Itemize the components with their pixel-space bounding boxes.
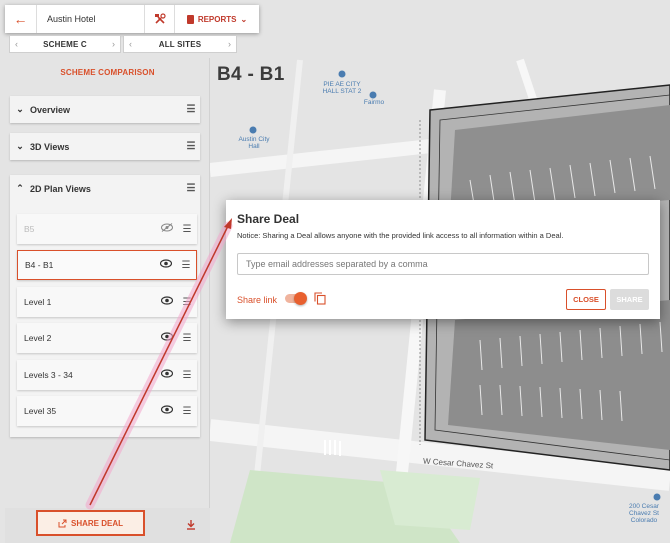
level-label: Levels 3 - 34: [24, 370, 73, 380]
chevron-down-icon: ⌄: [16, 141, 24, 151]
chevron-right-icon[interactable]: ›: [228, 39, 231, 49]
dialog-title: Share Deal: [237, 212, 300, 226]
level-label: B5: [24, 224, 35, 234]
level-item-levels-3-34[interactable]: Levels 3 - 34 ☰: [17, 360, 197, 390]
chevron-up-icon: ⌃: [16, 183, 24, 193]
scheme-label: SCHEME C: [43, 39, 87, 49]
reports-button[interactable]: REPORTS ⌄: [175, 5, 259, 33]
download-icon: [187, 519, 195, 530]
eye-off-icon[interactable]: [157, 223, 177, 235]
chevron-right-icon[interactable]: ›: [112, 39, 115, 49]
drag-handle-icon[interactable]: ☰: [177, 224, 197, 235]
toggle-knob: [294, 292, 307, 305]
chevron-left-icon[interactable]: ‹: [129, 39, 132, 49]
map-label-fairmont: Fairmo: [363, 99, 385, 106]
drag-handle-icon[interactable]: ☰: [182, 104, 200, 115]
share-icon: [58, 519, 67, 527]
email-input[interactable]: [237, 253, 649, 275]
sites-selector[interactable]: ‹ ALL SITES ›: [123, 35, 237, 53]
level-item-level-1[interactable]: Level 1 ☰: [17, 287, 197, 317]
drag-handle-icon[interactable]: ☰: [176, 260, 196, 271]
level-label: Level 35: [24, 406, 57, 416]
share-link-toggle[interactable]: [285, 292, 307, 305]
section-label: 3D Views: [30, 141, 70, 152]
section-2d-plan-views[interactable]: ⌃ 2D Plan Views ☰: [10, 175, 200, 202]
sites-label: ALL SITES: [158, 39, 202, 49]
tools-button[interactable]: [145, 5, 175, 33]
scheme-selector[interactable]: ‹ SCHEME C ›: [9, 35, 121, 53]
share-deal-dialog: Share Deal Notice: Sharing a Deal allows…: [226, 200, 660, 319]
deal-name: Austin Hotel: [37, 5, 145, 33]
share-button[interactable]: SHARE: [610, 289, 649, 310]
share-deal-label: SHARE DEAL: [70, 518, 123, 528]
drag-handle-icon[interactable]: ☰: [177, 333, 197, 344]
section-label: Overview: [30, 104, 71, 115]
map-label-plaza: PIE AE CITY HALL STAT 2: [322, 81, 362, 95]
chevron-down-icon: ⌄: [240, 14, 248, 24]
download-button[interactable]: [181, 514, 201, 534]
eye-icon[interactable]: [157, 405, 177, 417]
copy-icon[interactable]: [314, 292, 326, 305]
drag-handle-icon[interactable]: ☰: [177, 297, 197, 308]
section-3d-views[interactable]: ⌄ 3D Views ☰: [10, 133, 200, 160]
document-icon: [186, 14, 194, 24]
level-item-level-35[interactable]: Level 35 ☰: [17, 396, 197, 426]
eye-icon[interactable]: [157, 332, 177, 344]
level-item-b5[interactable]: B5 ☰: [17, 214, 197, 244]
drag-handle-icon[interactable]: ☰: [182, 141, 200, 152]
chevron-left-icon[interactable]: ‹: [15, 39, 18, 49]
chevron-down-icon: ⌄: [16, 104, 24, 114]
share-deal-button[interactable]: SHARE DEAL: [36, 510, 145, 536]
close-button[interactable]: CLOSE: [566, 289, 606, 310]
reports-label: REPORTS: [197, 14, 237, 24]
drag-handle-icon[interactable]: ☰: [182, 183, 200, 194]
level-label: B4 - B1: [25, 260, 54, 270]
tools-icon: [154, 13, 166, 24]
eye-icon[interactable]: [157, 296, 177, 308]
eye-icon[interactable]: [156, 259, 176, 271]
level-label: Level 1: [24, 297, 52, 307]
eye-icon[interactable]: [157, 369, 177, 381]
level-item-level-2[interactable]: Level 2 ☰: [17, 323, 197, 353]
back-button[interactable]: ←: [5, 5, 37, 33]
map-plan-title: B4 - B1: [217, 64, 285, 85]
level-label: Level 2: [24, 333, 52, 343]
drag-handle-icon[interactable]: ☰: [177, 370, 197, 381]
arrow-left-icon: ←: [13, 11, 28, 27]
top-bar: ← Austin Hotel REPORTS ⌄: [5, 5, 259, 33]
map-label-city-hall: Austin City Hall: [238, 136, 270, 150]
map-label-bottom-right: 200 Cesar Chavez St Colorado: [629, 503, 659, 524]
section-overview[interactable]: ⌄ Overview ☰: [10, 96, 200, 123]
level-item-b4-b1[interactable]: B4 - B1 ☰: [17, 250, 197, 280]
section-label: 2D Plan Views: [30, 183, 91, 194]
panel-title: SCHEME COMPARISON: [60, 68, 155, 77]
drag-handle-icon[interactable]: ☰: [177, 406, 197, 417]
share-link-label: Share link: [237, 295, 278, 305]
dialog-notice: Notice: Sharing a Deal allows anyone wit…: [237, 231, 564, 240]
